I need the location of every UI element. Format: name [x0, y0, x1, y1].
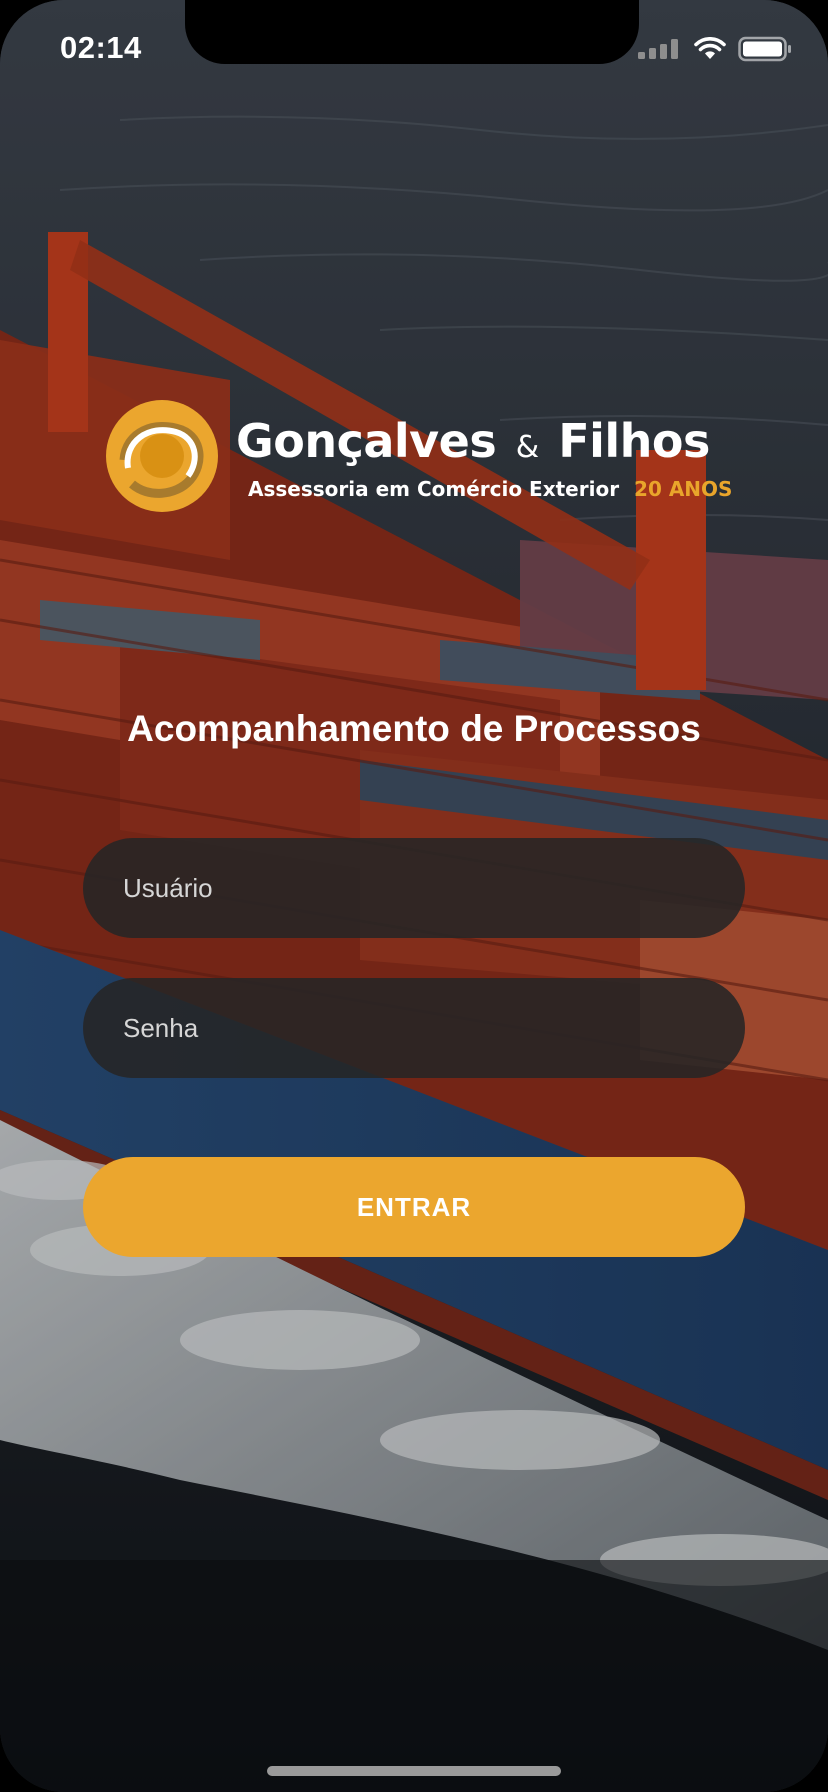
home-indicator [267, 1766, 561, 1776]
logo-tagline-line: Assessoria em Comércio Exterior 20 ANOS [248, 477, 732, 501]
username-input[interactable] [83, 838, 745, 938]
logo-name-part1: Gonçalves [236, 414, 497, 468]
password-input[interactable] [83, 978, 745, 1078]
battery-icon [738, 36, 791, 62]
logo-tagline: Assessoria em Comércio Exterior [248, 477, 620, 501]
cellular-signal-icon [638, 39, 678, 59]
page-title: Acompanhamento de Processos [127, 708, 701, 749]
logo-mark-icon [106, 400, 218, 512]
company-logo: Gonçalves & Filhos Assessoria em Comérci… [104, 398, 732, 518]
login-button[interactable]: ENTRAR [83, 1157, 745, 1257]
logo-ampersand: & [515, 430, 539, 465]
logo-name-part2: Filhos [558, 414, 710, 468]
status-icons [638, 34, 792, 64]
logo-wordmark: Gonçalves & Filhos [236, 414, 710, 468]
status-time: 02:14 [60, 30, 142, 65]
logo-anniversary-badge: 20 ANOS [634, 477, 733, 501]
wifi-icon [694, 37, 726, 59]
login-screen: 02:14 Gonçalves & Filhos Assessoria em C… [0, 0, 828, 1792]
device-notch [185, 0, 639, 64]
